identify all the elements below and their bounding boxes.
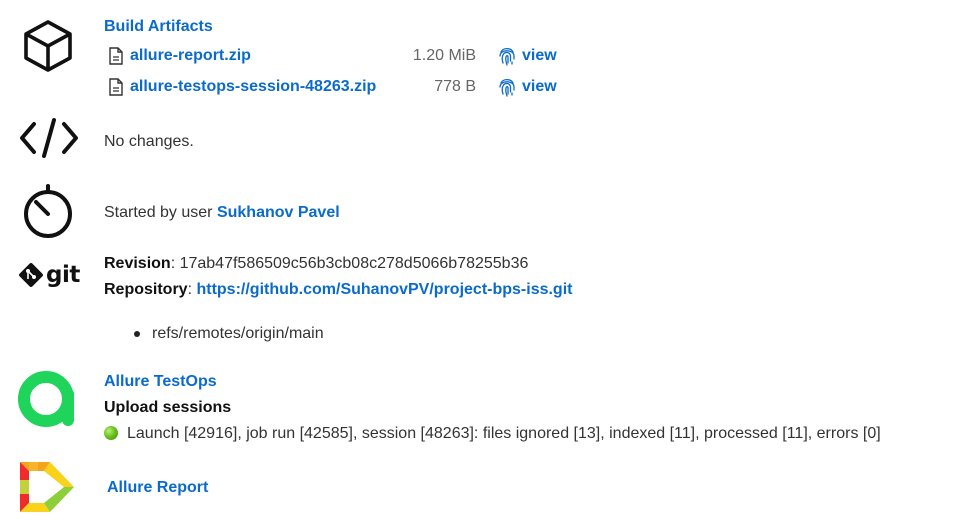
package-icon [18,16,78,81]
bullet [134,330,140,337]
repository-line: Repository: https://github.com/SuhanovPV… [104,281,572,299]
artifact-size: 1.20 MiB [412,47,476,64]
fingerprint-icon [499,78,515,97]
repository-label: Repository [104,281,188,298]
git-diamond-icon [19,263,43,287]
upload-session-text: Launch [42916], job run [42585], session… [127,425,881,442]
fingerprint-icon [499,47,515,66]
artifact-row: allure-report.zip [108,44,251,68]
artifact-size: 778 B [434,78,476,95]
revision-value: : 17ab47f586509c56b3cb08c278d5066b78255b… [170,255,529,272]
timer-icon [18,182,78,247]
revision-label: Revision [104,255,171,272]
build-artifacts-link[interactable]: Build Artifacts [104,18,213,36]
artifact-view-label: view [522,78,557,95]
repository-link[interactable]: https://github.com/SuhanovPV/project-bps… [196,281,572,298]
artifact-row: allure-testops-session-48263.zip [108,75,376,99]
git-logo-text: git [46,262,80,288]
ref-list-item: refs/remotes/origin/main [134,325,324,343]
no-changes-text: No changes. [104,133,194,150]
upload-session-item: Launch [42916], job run [42585], session… [104,425,881,443]
artifact-view-button[interactable]: view [498,46,557,66]
allure-report-logo-icon [20,462,76,517]
code-icon [18,114,80,167]
git-logo: git [18,262,80,288]
status-success-icon [104,426,118,440]
user-link[interactable]: Sukhanov Pavel [217,204,340,221]
started-by-text: Started by user Sukhanov Pavel [104,204,340,222]
allure-testops-link[interactable]: Allure TestOps [104,373,217,391]
artifact-link[interactable]: allure-report.zip [130,47,251,65]
artifact-view-label: view [522,47,557,64]
artifact-view-button[interactable]: view [498,77,557,97]
revision-line: Revision: 17ab47f586509c56b3cb08c278d506… [104,255,528,273]
file-icon [109,78,123,96]
upload-sessions-heading: Upload sessions [104,399,232,416]
file-icon [109,47,123,65]
artifact-link[interactable]: allure-testops-session-48263.zip [130,78,376,96]
allure-testops-logo-icon [16,368,80,435]
ref-text: refs/remotes/origin/main [152,325,324,342]
allure-report-link[interactable]: Allure Report [107,479,208,497]
started-by-prefix: Started by user [104,204,217,221]
